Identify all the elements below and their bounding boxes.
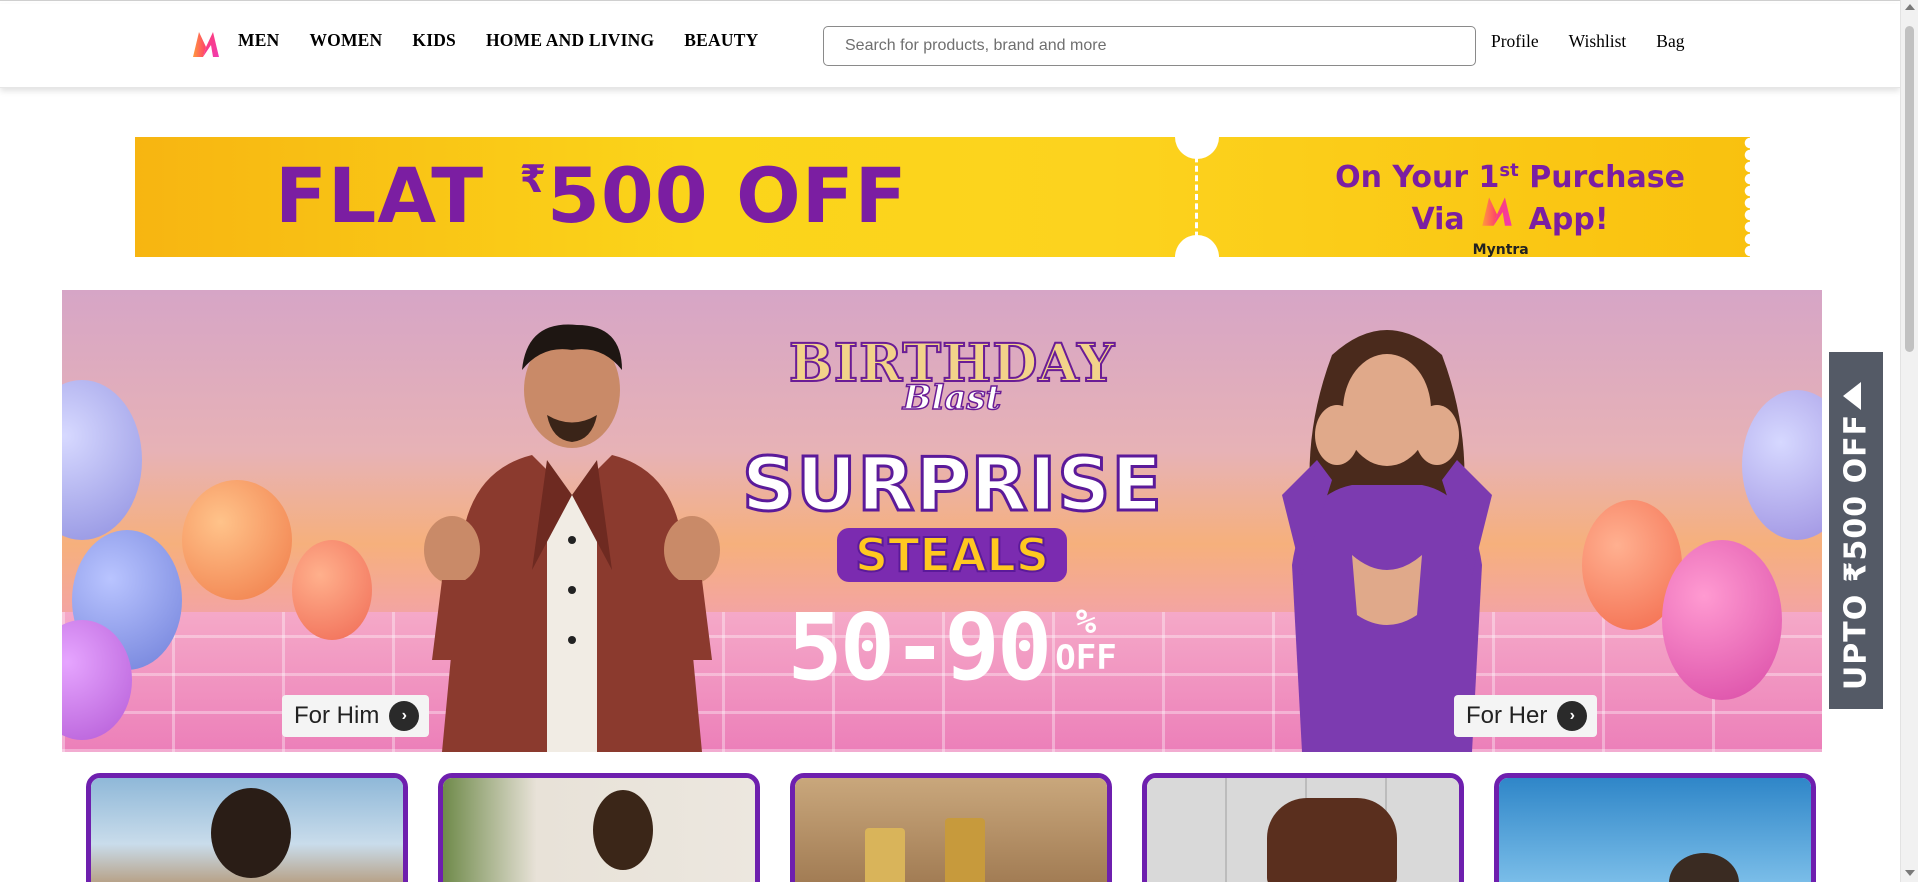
category-image (1499, 778, 1811, 882)
side-offer-label: UPTO ₹500 OFF (1838, 413, 1874, 691)
for-him-label: For Him (294, 702, 380, 729)
chevron-right-icon: › (1557, 701, 1588, 731)
balloon (182, 480, 292, 600)
header-actions: Profile Wishlist Bag (1491, 31, 1684, 52)
promo-headline-amount: 500 OFF (547, 151, 908, 240)
category-card-3[interactable] (790, 773, 1112, 882)
ticket-notch-bottom (1175, 235, 1219, 257)
nav-home-and-living[interactable]: HOME AND LIVING (486, 30, 654, 51)
promo-line2: Via Myntra App! (1411, 197, 1609, 257)
promo-headline: FLAT ₹500 OFF (275, 151, 908, 240)
category-cards (86, 773, 1816, 882)
for-her-label: For Her (1466, 702, 1548, 729)
balloon (1742, 390, 1822, 540)
ticket-divider (1195, 147, 1198, 247)
promo-brand: Myntra (1472, 242, 1529, 257)
category-card-4[interactable] (1142, 773, 1464, 882)
promo-banner[interactable]: FLAT ₹500 OFF On Your 1st Purchase Via M… (135, 137, 1750, 257)
page-scrollbar[interactable] (1900, 0, 1918, 882)
promo-line1-suffix: Purchase (1529, 160, 1685, 195)
model-head (211, 788, 291, 878)
promo-currency: ₹ (519, 157, 548, 201)
bag-link[interactable]: Bag (1656, 31, 1684, 52)
search-input[interactable] (823, 26, 1476, 66)
hero-banner[interactable]: For Him › BIRTHDAY Blast SURPRISE STEALS… (62, 290, 1822, 752)
scroll-up-icon[interactable] (1905, 4, 1915, 10)
promo-line2-prefix: Via (1411, 202, 1465, 237)
side-offer-tab[interactable]: UPTO ₹500 OFF (1829, 352, 1883, 709)
for-her-button[interactable]: For Her › (1454, 695, 1598, 737)
scrollbar-thumb[interactable] (1905, 26, 1914, 352)
hero-off: OFF (1055, 638, 1117, 678)
ticket-edge (1740, 137, 1750, 257)
hero-center-text: BIRTHDAY Blast SURPRISE STEALS 50-90% OFF (741, 300, 1164, 696)
nav-beauty[interactable]: BEAUTY (684, 30, 758, 51)
hero-woman-image (1282, 330, 1492, 752)
model-head (593, 790, 653, 870)
promo-line2-suffix: App! (1528, 202, 1609, 237)
nav-women[interactable]: WOMEN (309, 30, 382, 51)
perfume-bottle (945, 818, 985, 882)
wishlist-link[interactable]: Wishlist (1569, 31, 1627, 52)
for-him-button[interactable]: For Him › (282, 695, 430, 737)
shoe-image (1267, 798, 1397, 882)
promo-line1: On Your 1st Purchase (1335, 151, 1685, 198)
nav-kids[interactable]: KIDS (412, 30, 456, 51)
hero-headline1: SURPRISE (741, 442, 1164, 528)
hero-discount-off: % OFF (1055, 604, 1116, 676)
site-header: MEN WOMEN KIDS HOME AND LIVING BEAUTY Pr… (0, 4, 1900, 88)
balloon (62, 380, 142, 540)
myntra-logo-icon[interactable] (191, 29, 221, 59)
category-card-5[interactable] (1494, 773, 1816, 882)
myntra-mini-logo-icon: Myntra (1471, 197, 1529, 257)
hero-discount: 50-90% OFF (742, 600, 1162, 696)
perfume-bottle (865, 828, 905, 882)
hero-discount-range: 50-90 (787, 594, 1052, 701)
balloon (292, 540, 372, 640)
profile-link[interactable]: Profile (1491, 31, 1539, 52)
category-card-2[interactable] (438, 773, 760, 882)
promo-headline-prefix: FLAT (275, 151, 485, 240)
category-card-1[interactable] (86, 773, 408, 882)
promo-line1-sup: st (1499, 160, 1519, 181)
promo-line1-prefix: On Your 1 (1335, 160, 1500, 195)
scroll-down-icon[interactable] (1905, 870, 1915, 876)
promo-offer-text: On Your 1st Purchase Via Myntra App! (1335, 151, 1685, 257)
caret-left-icon (1843, 382, 1861, 410)
hero-headline2: STEALS (837, 527, 1067, 583)
balloon (1662, 540, 1782, 700)
main-nav: MEN WOMEN KIDS HOME AND LIVING BEAUTY (238, 30, 758, 51)
nav-men[interactable]: MEN (238, 30, 279, 51)
chevron-right-icon: › (389, 701, 420, 731)
hero-man-image (424, 324, 720, 752)
hero-percent: % (1075, 602, 1097, 642)
